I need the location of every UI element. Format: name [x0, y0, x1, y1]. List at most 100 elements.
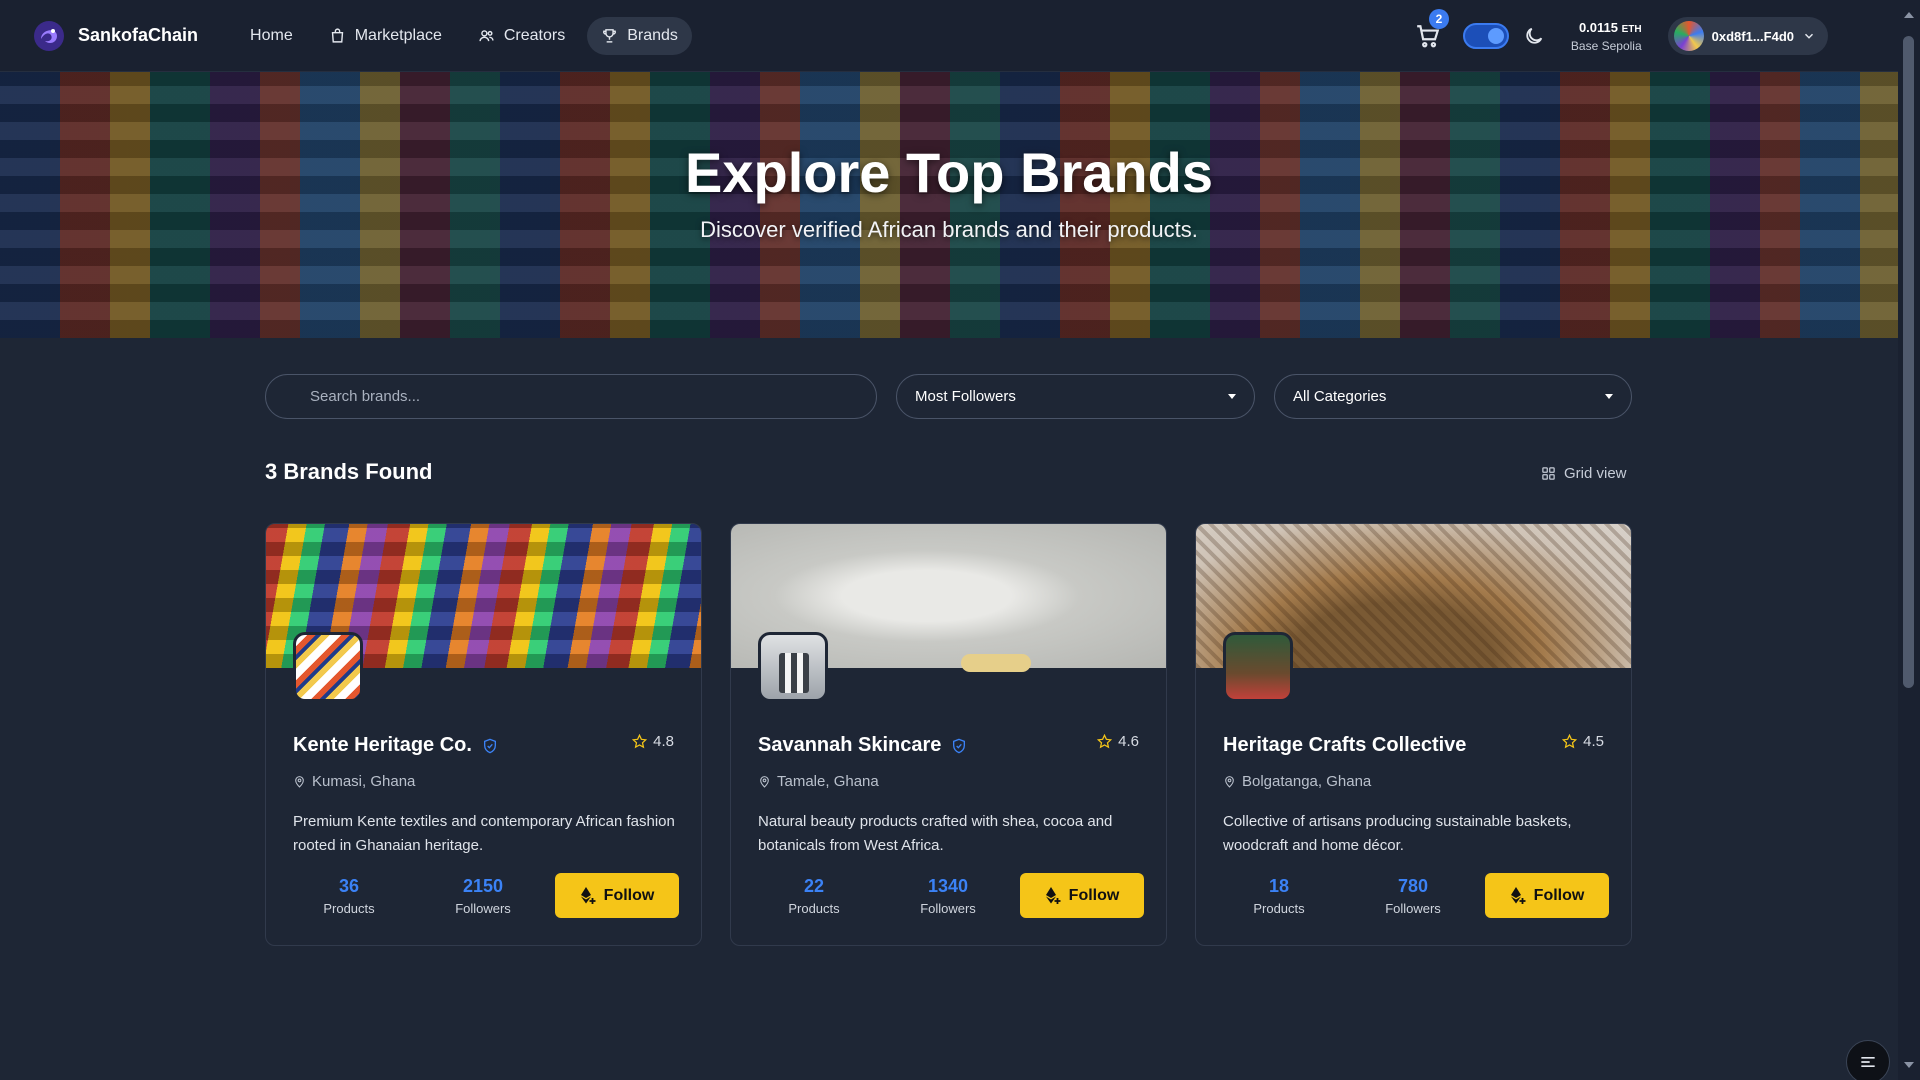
verified-shield-icon [483, 738, 496, 753]
brand[interactable]: SankofaChain [32, 19, 198, 53]
eth-balance: 0.0115 ETH [1579, 20, 1642, 35]
follow-label: Follow [603, 886, 655, 904]
hero-banner: Explore Top Brands Discover verified Afr… [0, 72, 1898, 338]
products-count: 18 [1268, 876, 1290, 896]
map-pin-icon [760, 776, 769, 788]
toggle-knob [1487, 28, 1504, 44]
products-stat: 36 Products [299, 876, 399, 916]
moon-icon[interactable] [1523, 25, 1545, 47]
products-label: Products [1253, 901, 1305, 916]
followers-stat: 1340 Followers [898, 876, 998, 916]
cart-count-badge: 2 [1428, 9, 1449, 29]
account-button[interactable]: 0xd8f1...F4d0 [1667, 17, 1828, 55]
wallet-balance: 0.0115 ETH Base Sepolia [1571, 20, 1642, 53]
products-stat: 22 Products [764, 876, 864, 916]
brand-name[interactable]: Kente Heritage Co. [293, 734, 498, 757]
followers-count: 780 [1397, 876, 1429, 896]
brand-description: Natural beauty products crafted with she… [758, 813, 1113, 854]
followers-label: Followers [920, 901, 976, 916]
grid-view-toggle[interactable]: Grid view [1541, 465, 1627, 482]
brand-card[interactable]: Heritage Crafts Collective 4.5 Bolgatang… [1195, 523, 1632, 946]
eth-balance-value: 0.0115 [1578, 19, 1618, 35]
brand-card[interactable]: Kente Heritage Co. 4.8 Kumasi, Ghana Pre… [265, 523, 702, 946]
scroll-up-arrow-icon[interactable] [1904, 12, 1914, 18]
page-scrollbar[interactable] [1898, 0, 1920, 1080]
floating-menu-button[interactable] [1846, 1040, 1890, 1080]
location-text: Tamale, Ghana [777, 773, 879, 790]
scroll-thumb[interactable] [1903, 36, 1914, 688]
cart-button[interactable]: 2 [1415, 9, 1449, 49]
grid-icon [1542, 467, 1555, 480]
eth-plus-icon [1045, 886, 1061, 904]
nav-marketplace[interactable]: Marketplace [315, 17, 456, 55]
products-count: 36 [338, 876, 360, 896]
nav-brands-label: Brands [627, 26, 678, 44]
top-navbar: SankofaChain Home Marketplace Creators B… [0, 0, 1898, 72]
grid-view-label: Grid view [1564, 465, 1627, 482]
nav-home-label: Home [250, 26, 293, 44]
products-label: Products [323, 901, 375, 916]
caret-down-icon [1605, 394, 1613, 399]
follow-button[interactable]: Follow [555, 873, 679, 918]
brand-logo [758, 632, 828, 702]
follow-button[interactable]: Follow [1020, 873, 1144, 918]
rating-value: 4.6 [1118, 733, 1139, 750]
hero-title: Explore Top Brands [685, 141, 1213, 204]
sort-select-value: Most Followers [915, 388, 1016, 405]
rating-value: 4.5 [1583, 733, 1604, 750]
nav-creators[interactable]: Creators [464, 17, 579, 55]
account-address: 0xd8f1...F4d0 [1711, 28, 1794, 44]
brand-name[interactable]: Savannah Skincare [758, 734, 967, 757]
brand-name-text: Kente Heritage Co. [293, 734, 472, 756]
verified-shield-icon [953, 738, 966, 753]
eth-plus-icon [580, 886, 596, 904]
nav-brands[interactable]: Brands [587, 16, 692, 55]
followers-stat: 780 Followers [1363, 876, 1463, 916]
network-name: Base Sepolia [1570, 38, 1642, 53]
brand-name[interactable]: Heritage Crafts Collective [1223, 734, 1466, 757]
category-select-value: All Categories [1293, 388, 1387, 405]
brand-name-text: Savannah Skincare [758, 734, 942, 756]
chevron-down-icon [1804, 33, 1814, 39]
brand-card[interactable]: Savannah Skincare 4.6 Tamale, Ghana Natu… [730, 523, 1167, 946]
star-icon [1562, 734, 1578, 749]
map-pin-icon [295, 776, 304, 788]
nav-actions: 2 0.0115 ETH Base Sepolia 0xd8f1...F4d0 [1415, 0, 1828, 72]
brand-logo [293, 632, 363, 702]
followers-label: Followers [1385, 901, 1441, 916]
category-select[interactable]: All Categories [1274, 374, 1632, 419]
hero-subtitle: Discover verified African brands and the… [700, 217, 1198, 242]
brand-name-text: Heritage Crafts Collective [1223, 734, 1467, 756]
theme-toggle[interactable] [1462, 23, 1509, 49]
trophy-icon [603, 29, 617, 43]
nav-home[interactable]: Home [236, 17, 307, 55]
follow-button[interactable]: Follow [1485, 873, 1609, 918]
nav-creators-label: Creators [503, 26, 566, 44]
users-icon [479, 30, 494, 42]
brand-location: Bolgatanga, Ghana [1223, 773, 1371, 790]
menu-lines-icon [1861, 1057, 1875, 1067]
brand-location: Kumasi, Ghana [293, 773, 415, 790]
followers-count: 1340 [927, 876, 969, 896]
brand-logo [1223, 632, 1293, 702]
star-icon [632, 734, 648, 749]
location-text: Bolgatanga, Ghana [1242, 773, 1372, 790]
brand-rating: 4.6 [1097, 733, 1139, 750]
star-icon [1097, 734, 1113, 749]
brand-description: Premium Kente textiles and contemporary … [293, 813, 675, 854]
main-nav: Home Marketplace Creators Brands [236, 16, 692, 55]
brand-location: Tamale, Ghana [758, 773, 879, 790]
products-count: 22 [803, 876, 825, 896]
nav-marketplace-label: Marketplace [354, 26, 442, 44]
location-text: Kumasi, Ghana [312, 773, 416, 790]
products-stat: 18 Products [1229, 876, 1329, 916]
products-label: Products [788, 901, 840, 916]
sort-select[interactable]: Most Followers [896, 374, 1255, 419]
bag-icon [331, 28, 343, 43]
scroll-down-arrow-icon[interactable] [1904, 1062, 1914, 1068]
search-input[interactable] [265, 374, 877, 419]
follow-label: Follow [1533, 886, 1585, 904]
filter-bar: Most Followers All Categories [265, 374, 1632, 419]
logo-icon [34, 20, 64, 51]
follow-label: Follow [1068, 886, 1120, 904]
